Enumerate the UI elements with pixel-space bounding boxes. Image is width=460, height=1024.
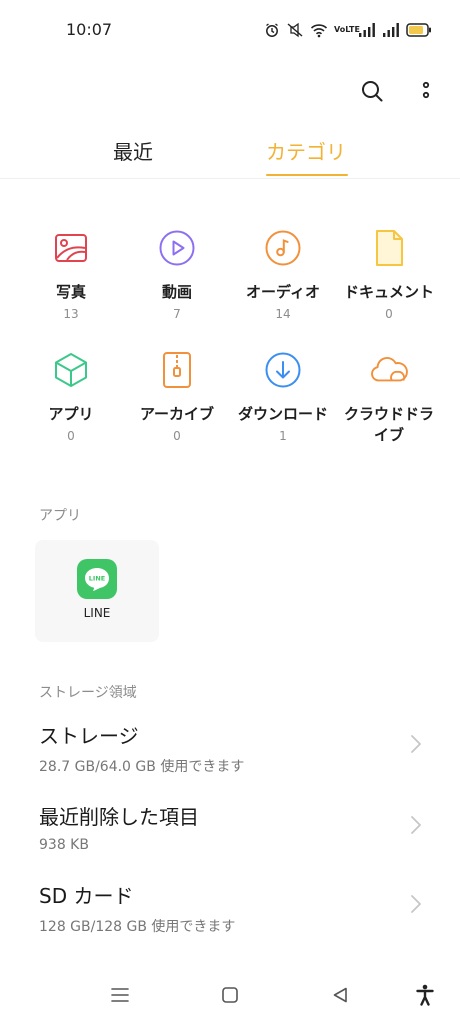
status-bar: 10:07 VoLTE (0, 0, 460, 60)
storage-subtitle: 128 GB/128 GB 使用できます (39, 919, 236, 935)
category-videos[interactable]: 動画 7 (124, 228, 230, 321)
scrolled-content-edge: · · · · · (60, 172, 220, 182)
app-name: LINE (83, 606, 111, 620)
storage-row-sd-card[interactable]: SD カード 128 GB/128 GB 使用できます (0, 880, 460, 952)
tab-recent[interactable]: 最近 (113, 136, 153, 165)
search-icon (360, 79, 384, 107)
category-count: 0 (385, 307, 393, 321)
category-count: 0 (173, 429, 181, 443)
back-button[interactable] (325, 982, 355, 1012)
download-icon (263, 350, 303, 390)
archive-icon (157, 350, 197, 390)
storage-row-recently-deleted[interactable]: 最近削除した項目 938 KB (0, 801, 460, 873)
category-label: クラウドドライブ (343, 405, 434, 444)
category-photos[interactable]: 写真 13 (18, 228, 124, 321)
category-documents[interactable]: ドキュメント 0 (336, 228, 442, 321)
accessibility-icon (415, 984, 435, 1010)
svg-text:LINE: LINE (89, 575, 105, 583)
search-button[interactable] (355, 76, 389, 110)
signal-icon (382, 23, 400, 37)
storage-row-internal[interactable]: ストレージ 28.7 GB/64.0 GB 使用できます (0, 720, 460, 792)
wifi-icon (310, 22, 328, 38)
active-tab-indicator (266, 174, 348, 176)
recents-button[interactable] (105, 982, 135, 1012)
app-cube-icon (51, 350, 91, 390)
more-vertical-icon (420, 79, 432, 107)
storage-title: SD カード (39, 884, 134, 908)
app-card-line[interactable]: LINE LINE (35, 540, 159, 642)
alarm-icon (264, 22, 280, 38)
category-cloud-drive[interactable]: クラウドドライブ (336, 350, 442, 446)
signal-icon (358, 23, 376, 37)
category-label: アプリ (48, 405, 94, 423)
home-square-icon (221, 986, 239, 1008)
mute-icon (286, 22, 304, 38)
category-label: 写真 (55, 283, 86, 301)
chevron-right-icon (408, 813, 424, 837)
storage-title: 最近削除した項目 (39, 805, 199, 829)
storage-section-label: ストレージ領域 (39, 685, 137, 701)
category-downloads[interactable]: ダウンロード 1 (230, 350, 336, 443)
storage-title: ストレージ (39, 724, 139, 748)
category-count: 0 (67, 429, 75, 443)
photo-icon (51, 228, 91, 268)
back-triangle-icon (331, 986, 349, 1008)
accessibility-button[interactable] (410, 982, 440, 1012)
category-label: ダウンロード (237, 405, 328, 423)
category-count: 14 (275, 307, 291, 321)
category-audio[interactable]: オーディオ 14 (230, 228, 336, 321)
category-count: 7 (173, 307, 181, 321)
audio-icon (263, 228, 303, 268)
category-label: アーカイブ (139, 405, 215, 423)
more-options-button[interactable] (409, 76, 443, 110)
category-count: 1 (279, 429, 287, 443)
toolbar (0, 70, 460, 114)
chevron-right-icon (408, 732, 424, 756)
document-icon (369, 228, 409, 268)
chevron-right-icon (408, 892, 424, 916)
home-button[interactable] (215, 982, 245, 1012)
volte-icon: VoLTE (334, 25, 360, 34)
category-label: オーディオ (246, 283, 320, 301)
category-label: ドキュメント (343, 283, 434, 301)
category-count: 13 (63, 307, 79, 321)
status-icons: VoLTE (264, 20, 432, 40)
system-navigation-bar (0, 972, 460, 1024)
cloud-icon (369, 350, 409, 390)
menu-icon (110, 986, 130, 1008)
tab-category[interactable]: カテゴリ (266, 136, 346, 165)
storage-subtitle: 28.7 GB/64.0 GB 使用できます (39, 759, 245, 775)
category-label: 動画 (161, 283, 192, 301)
status-time: 10:07 (66, 20, 113, 39)
line-app-icon: LINE (77, 559, 117, 599)
category-archives[interactable]: アーカイブ 0 (124, 350, 230, 443)
battery-icon (406, 23, 432, 37)
apps-section-label: アプリ (39, 508, 81, 524)
storage-subtitle: 938 KB (39, 837, 89, 853)
category-apps[interactable]: アプリ 0 (18, 350, 124, 443)
video-icon (157, 228, 197, 268)
